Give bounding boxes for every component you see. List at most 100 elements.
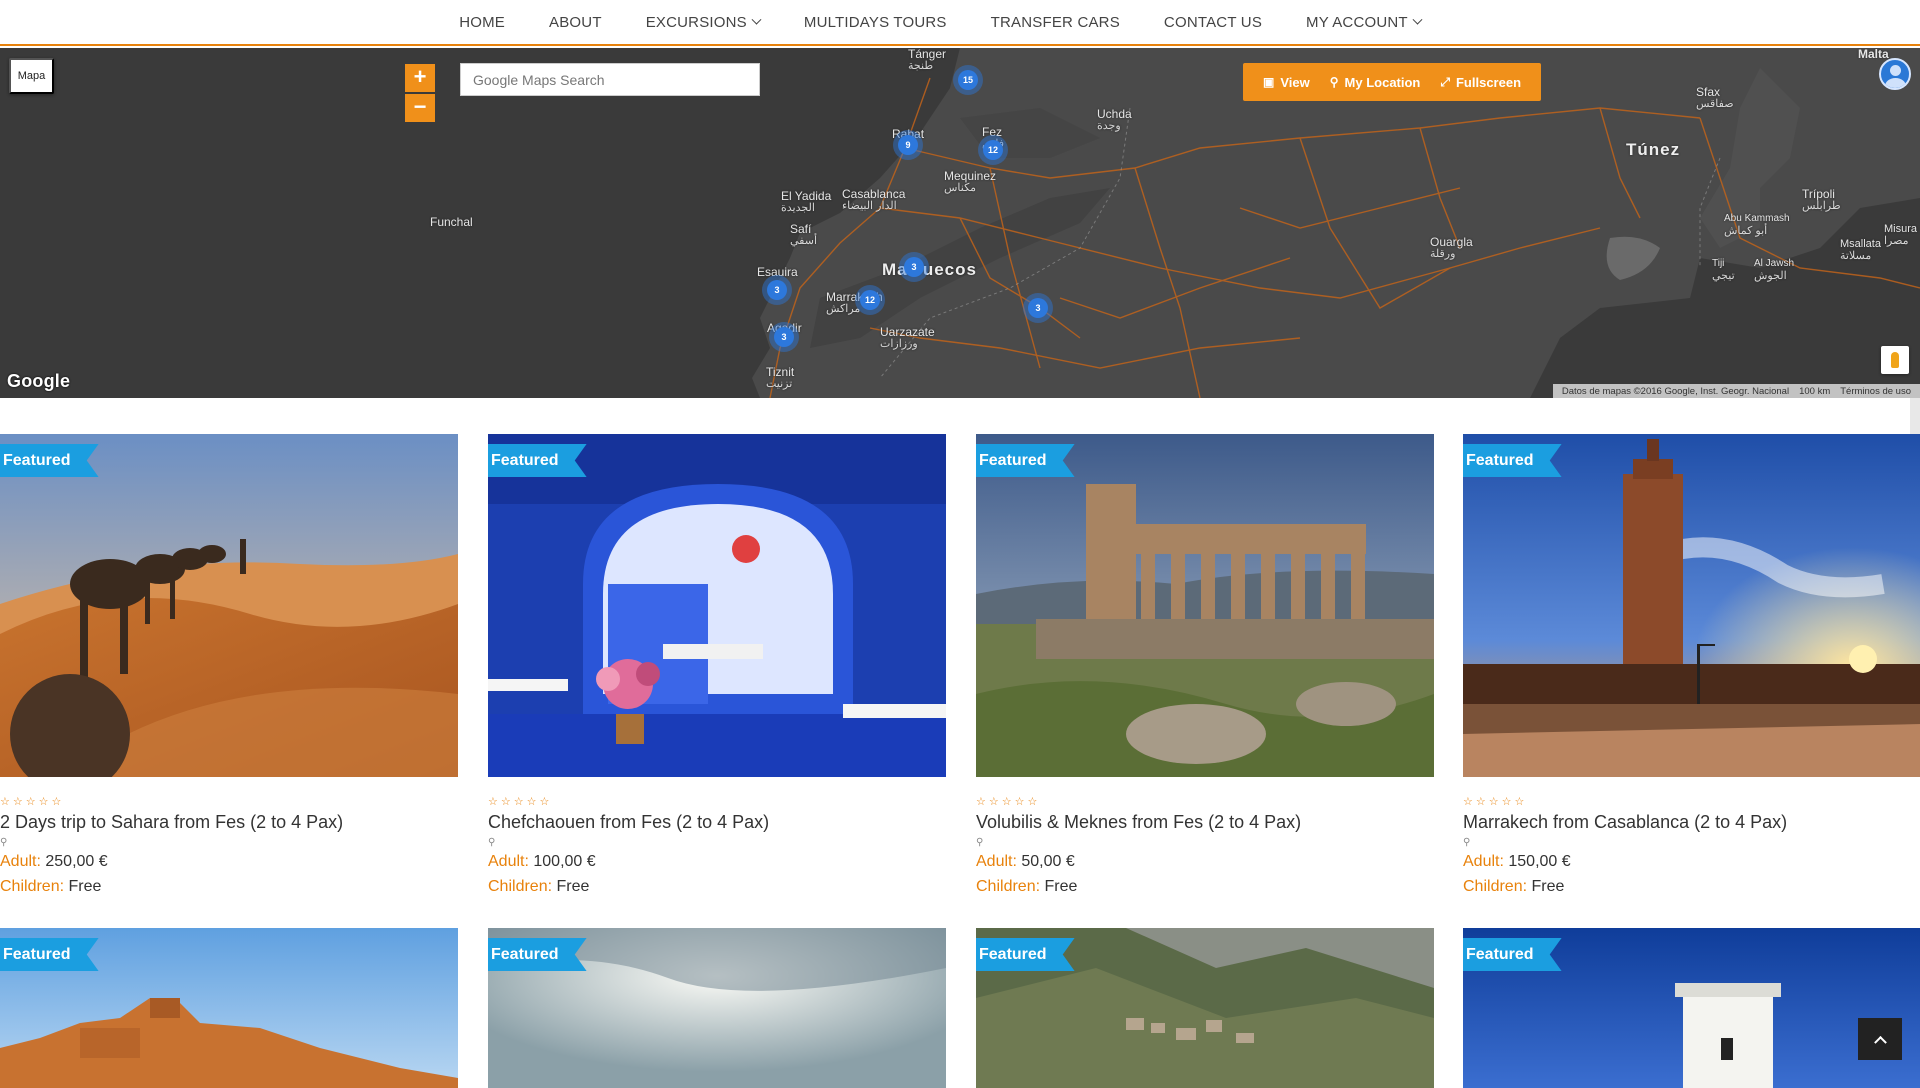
city-label: Uchda وجدة bbox=[1097, 107, 1132, 132]
adult-price: Adult: 150,00 € bbox=[1463, 853, 1571, 870]
image-icon: ▣ bbox=[1263, 75, 1275, 89]
scroll-to-top-button[interactable] bbox=[1858, 1018, 1902, 1060]
marrakech-photo bbox=[1463, 434, 1920, 777]
children-price: Children: Free bbox=[1463, 878, 1565, 895]
tour-image[interactable]: Featured bbox=[488, 928, 946, 1088]
featured-badge: Featured bbox=[0, 444, 99, 477]
rating-stars: ☆☆☆☆☆ bbox=[1463, 796, 1528, 808]
city-label: Tiji تيجي bbox=[1712, 258, 1735, 282]
tour-image[interactable]: Featured bbox=[1463, 928, 1920, 1088]
zoom-in-button[interactable]: + bbox=[405, 64, 435, 92]
map-terms-link[interactable]: Términos de uso bbox=[1840, 386, 1911, 397]
tour-title[interactable]: Marrakech from Casablanca (2 to 4 Pax) bbox=[1463, 812, 1920, 833]
adult-price: Adult: 100,00 € bbox=[488, 853, 596, 870]
tour-card[interactable]: Featured bbox=[976, 928, 1434, 1088]
nav-contact-us[interactable]: CONTACT US bbox=[1164, 14, 1262, 31]
city-label: Abu Kammash أبو كماش bbox=[1724, 213, 1790, 237]
my-location-button[interactable]: ⚲ My Location bbox=[1330, 75, 1421, 90]
tour-image[interactable]: Featured bbox=[976, 434, 1434, 777]
tour-card[interactable]: Featured ☆☆☆☆☆ 2 Days trip to Sahara fro… bbox=[0, 434, 458, 898]
featured-badge: Featured bbox=[976, 444, 1075, 477]
tour-image[interactable]: Featured bbox=[488, 434, 946, 777]
map-terrain bbox=[0, 48, 1920, 398]
tour-title[interactable]: 2 Days trip to Sahara from Fes (2 to 4 P… bbox=[0, 812, 458, 833]
city-label: Mequinez مكناس bbox=[944, 169, 997, 194]
featured-badge: Featured bbox=[488, 444, 587, 477]
map-search-input[interactable] bbox=[460, 63, 760, 96]
map-cluster-marker[interactable]: 3 bbox=[762, 275, 792, 305]
city-label: Al Jawsh الجوش bbox=[1754, 258, 1795, 282]
fullscreen-button[interactable]: ⤢ Fullscreen bbox=[1440, 75, 1521, 90]
map-data-attribution: Datos de mapas ©2016 Google, Inst. Geogr… bbox=[1561, 385, 1790, 397]
rating-stars: ☆☆☆☆☆ bbox=[976, 796, 1041, 808]
tour-title[interactable]: Chefchaouen from Fes (2 to 4 Pax) bbox=[488, 812, 946, 833]
featured-badge: Featured bbox=[1463, 938, 1562, 971]
location-pin-icon: ⚲ bbox=[1329, 75, 1339, 89]
tour-card[interactable]: Featured ☆☆☆☆☆ Volubilis & Meknes from F… bbox=[976, 434, 1434, 898]
featured-badge: Featured bbox=[976, 938, 1075, 971]
map-cluster-marker[interactable]: 3 bbox=[899, 252, 929, 282]
city-label: El Yadida الجديدة bbox=[781, 189, 832, 214]
fullscreen-icon: ⤢ bbox=[1440, 74, 1450, 89]
main-navigation: HOME ABOUT EXCURSIONS MULTIDAYS TOURS TR… bbox=[0, 0, 1920, 46]
children-price: Children: Free bbox=[0, 878, 102, 895]
tour-card[interactable]: Featured ☆☆☆☆☆ Chefchaouen from Fes (2 t… bbox=[488, 434, 946, 898]
featured-badge: Featured bbox=[0, 938, 99, 971]
map-cluster-marker[interactable]: 12 bbox=[978, 135, 1008, 165]
featured-badge: Featured bbox=[488, 938, 587, 971]
zoom-out-button[interactable]: − bbox=[405, 94, 435, 122]
google-logo: Google bbox=[7, 371, 71, 391]
street-view-pegman-icon[interactable] bbox=[1881, 346, 1909, 374]
location-pin-icon: ⚲ bbox=[976, 837, 984, 848]
nav-menu: HOME ABOUT EXCURSIONS MULTIDAYS TOURS TR… bbox=[437, 14, 1443, 31]
tour-image[interactable]: Featured bbox=[976, 928, 1434, 1088]
city-label: Tánger طنجة bbox=[908, 48, 947, 72]
tour-card[interactable]: Featured ☆☆☆☆☆ Marrakech from Casablanca… bbox=[1463, 434, 1920, 898]
city-label: Misura مصرا bbox=[1884, 223, 1918, 247]
city-label: Ouargla ورقلة bbox=[1430, 235, 1473, 260]
location-pin-icon: ⚲ bbox=[488, 837, 496, 848]
map-cluster-marker[interactable]: 3 bbox=[1023, 293, 1053, 323]
city-label: Tiznit تزنيت bbox=[766, 365, 795, 390]
country-label: Marruecos bbox=[882, 260, 977, 279]
view-button[interactable]: ▣ View bbox=[1263, 75, 1310, 90]
tour-card[interactable]: Featured bbox=[1463, 928, 1920, 1088]
featured-badge: Featured bbox=[1463, 444, 1562, 477]
chevron-up-icon bbox=[1873, 1035, 1887, 1049]
nav-my-account[interactable]: MY ACCOUNT bbox=[1306, 14, 1423, 31]
city-label: Malta bbox=[1858, 48, 1889, 61]
map-cluster-marker[interactable]: 3 bbox=[769, 322, 799, 352]
avatar[interactable] bbox=[1879, 58, 1911, 90]
map-cluster-marker[interactable]: 9 bbox=[893, 130, 923, 160]
tour-image[interactable]: Featured bbox=[0, 434, 458, 777]
nav-excursions[interactable]: EXCURSIONS bbox=[646, 14, 762, 31]
chevron-down-icon bbox=[1412, 14, 1423, 25]
tour-card[interactable]: Featured bbox=[0, 928, 458, 1088]
children-price: Children: Free bbox=[488, 878, 590, 895]
tour-image[interactable]: Featured bbox=[0, 928, 458, 1088]
nav-about[interactable]: ABOUT bbox=[549, 14, 602, 31]
chefchaouen-photo bbox=[488, 434, 946, 777]
tour-title[interactable]: Volubilis & Meknes from Fes (2 to 4 Pax) bbox=[976, 812, 1434, 833]
tour-map[interactable]: Mapa + − ▣View ⚲My Location ⤢Fullscreen … bbox=[0, 48, 1920, 398]
location-pin-icon: ⚲ bbox=[0, 837, 8, 848]
map-scale: 100 km bbox=[1799, 385, 1831, 397]
nav-transfer-cars[interactable]: TRANSFER CARS bbox=[991, 14, 1120, 31]
country-label: Túnez bbox=[1626, 140, 1681, 159]
scrollbar[interactable] bbox=[1910, 398, 1920, 438]
tour-card[interactable]: Featured bbox=[488, 928, 946, 1088]
city-label: Trípoli طرابلس bbox=[1802, 187, 1841, 212]
nav-multidays-tours[interactable]: MULTIDAYS TOURS bbox=[804, 14, 947, 31]
volubilis-photo bbox=[976, 434, 1434, 777]
nav-home[interactable]: HOME bbox=[459, 14, 505, 31]
adult-price: Adult: 50,00 € bbox=[976, 853, 1075, 870]
map-cluster-marker[interactable]: 15 bbox=[953, 65, 983, 95]
city-label: Sfax صفاقس bbox=[1696, 85, 1734, 110]
city-label: Casablanca الدار البيضاء bbox=[842, 187, 906, 212]
map-type-button[interactable]: Mapa bbox=[9, 58, 54, 94]
tour-image[interactable]: Featured bbox=[1463, 434, 1920, 777]
chevron-down-icon bbox=[751, 14, 762, 25]
city-label: Funchal bbox=[430, 215, 473, 229]
map-cluster-marker[interactable]: 12 bbox=[855, 285, 885, 315]
location-pin-icon: ⚲ bbox=[1463, 837, 1471, 848]
